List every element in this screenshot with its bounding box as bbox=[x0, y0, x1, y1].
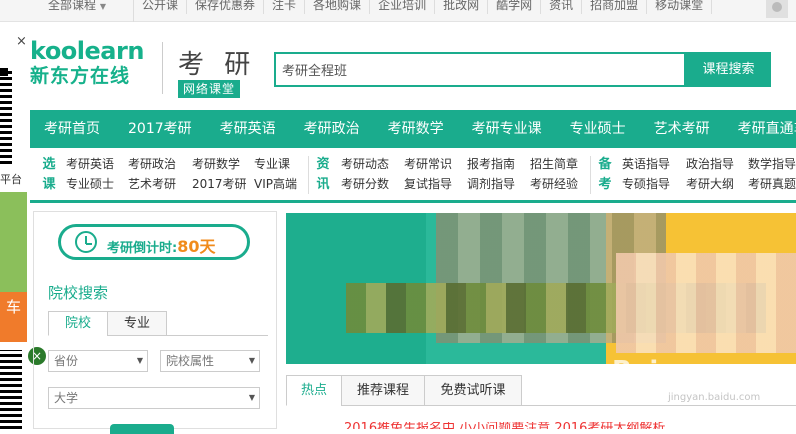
subnav-link[interactable]: 考研真题 bbox=[748, 174, 796, 194]
top-link-open-class[interactable]: 公开课 bbox=[134, 0, 188, 14]
subnav-divider bbox=[590, 156, 591, 194]
subnav-courses-links: 考研英语 考研政治 考研数学 专业课 专业硕士 艺术考研 2017考研 VIP高… bbox=[66, 154, 314, 194]
search-input[interactable] bbox=[276, 54, 684, 85]
school-search-button[interactable] bbox=[110, 424, 174, 434]
logo-chinese: 新东方在线 bbox=[30, 65, 131, 87]
ad-orange-text: 车 bbox=[5, 298, 21, 316]
search-box bbox=[274, 52, 686, 87]
top-link-coupon[interactable]: 保存优惠券 bbox=[187, 0, 265, 14]
subnav-link[interactable]: 考研动态 bbox=[341, 154, 404, 174]
subnav-tag-news: 资讯 bbox=[316, 157, 330, 192]
province-select[interactable]: 省份 bbox=[48, 350, 148, 372]
subnav-link[interactable]: 数学指导 bbox=[748, 154, 796, 174]
ad-green-strip[interactable] bbox=[0, 192, 27, 292]
watermark-url: jingyan.baidu.com bbox=[668, 392, 761, 403]
online-class-badge: 网络课堂 bbox=[178, 80, 240, 98]
school-search-title: 院校搜索 bbox=[48, 284, 109, 302]
nav-art[interactable]: 艺术考研 bbox=[640, 110, 710, 148]
top-links: 公开课 保存优惠券 注卡 各地购课 企业培训 批改网 酷学网 资讯 招商加盟 移… bbox=[134, 0, 713, 16]
top-link-mobile[interactable]: 移动课堂 bbox=[647, 0, 713, 14]
left-panel: 考研倒计时:80天 院校搜索 院校 专业 省份 院校属性 大学 bbox=[33, 211, 277, 434]
subnav-news-links: 考研动态 考研常识 报考指南 招生简章 考研分数 复试指导 调剂指导 考研经验 bbox=[341, 154, 590, 194]
subnav-link[interactable]: 考研英语 bbox=[66, 154, 128, 174]
subnav-link[interactable]: 英语指导 bbox=[622, 154, 686, 174]
nav-math[interactable]: 考研数学 bbox=[374, 110, 444, 148]
subnav-link[interactable]: 专硕指导 bbox=[622, 174, 686, 194]
avatar[interactable] bbox=[766, 0, 788, 18]
subnav-tag-prep: 备考 bbox=[598, 157, 612, 192]
watermark-jingyan: 经验 bbox=[690, 364, 735, 389]
top-link-pigai[interactable]: 批改网 bbox=[435, 0, 489, 14]
subnav-link[interactable]: 政治指导 bbox=[686, 154, 748, 174]
subnav-prep-links: 英语指导 政治指导 数学指导 专硕指导 考研大纲 考研真题 bbox=[622, 154, 796, 194]
logo-english: koolearn bbox=[30, 37, 144, 65]
school-attribute-select[interactable]: 院校属性 bbox=[160, 350, 260, 372]
nav-politics[interactable]: 考研政治 bbox=[290, 110, 360, 148]
subnav-link[interactable]: 艺术考研 bbox=[128, 174, 192, 194]
university-select[interactable]: 大学 bbox=[48, 387, 260, 409]
baidu-watermark: Bai 经验 jingyan.baidu.com bbox=[612, 356, 796, 412]
qr-code-image bbox=[0, 68, 12, 164]
nav-home[interactable]: 考研首页 bbox=[30, 110, 100, 148]
subnav-link[interactable]: 考研经验 bbox=[530, 174, 590, 194]
subnav-link[interactable]: 招生简章 bbox=[530, 154, 590, 174]
close-icon[interactable]: × bbox=[16, 34, 27, 49]
subnav-link[interactable]: 调剂指导 bbox=[467, 174, 530, 194]
top-link-kuxue[interactable]: 酷学网 bbox=[488, 0, 542, 14]
clock-icon bbox=[75, 231, 97, 253]
subnav-link[interactable]: 报考指南 bbox=[467, 154, 530, 174]
tab-recommended[interactable]: 推荐课程 bbox=[341, 375, 425, 406]
tab-hot[interactable]: 热点 bbox=[286, 375, 342, 406]
nav-major-course[interactable]: 考研专业课 bbox=[458, 110, 542, 148]
promo-banner[interactable] bbox=[286, 213, 796, 364]
top-bar: 全部课程 ▼ 公开课 保存优惠券 注卡 各地购课 企业培训 批改网 酷学网 资讯… bbox=[0, 0, 796, 22]
watermark-brand: Bai bbox=[612, 356, 659, 386]
subnav-tag-courses: 选课 bbox=[42, 157, 56, 192]
subnav-link[interactable]: 复试指导 bbox=[404, 174, 467, 194]
subnav-link[interactable]: 考研数学 bbox=[192, 154, 254, 174]
exam-countdown: 考研倒计时:80天 bbox=[58, 224, 250, 260]
section-title: 考 研 bbox=[178, 50, 257, 80]
all-courses-label: 全部课程 bbox=[48, 0, 97, 12]
subnav-link[interactable]: VIP高端 bbox=[254, 174, 314, 194]
top-link-card[interactable]: 注卡 bbox=[264, 0, 306, 14]
top-link-local-purchase[interactable]: 各地购课 bbox=[305, 0, 371, 14]
top-link-news[interactable]: 资讯 bbox=[541, 0, 583, 14]
countdown-days: 80天 bbox=[177, 237, 216, 256]
site-logo[interactable]: koolearn 新东方在线 考 研 网络课堂 bbox=[30, 37, 250, 98]
tab-major[interactable]: 专业 bbox=[107, 311, 167, 336]
qr-code-image-bottom bbox=[0, 350, 22, 429]
tab-school[interactable]: 院校 bbox=[48, 311, 108, 336]
logo-divider bbox=[162, 42, 163, 94]
course-search-button[interactable]: 课程搜索 bbox=[686, 52, 771, 87]
school-search-tabs: 院校 专业 bbox=[48, 311, 268, 336]
ad-orange-strip[interactable]: 车 bbox=[0, 292, 27, 342]
nav-2017[interactable]: 2017考研 bbox=[114, 110, 192, 148]
subnav-link[interactable]: 考研分数 bbox=[341, 174, 404, 194]
main-nav: 考研首页 2017考研 考研英语 考研政治 考研数学 考研专业课 专业硕士 艺术… bbox=[30, 110, 796, 148]
nav-english[interactable]: 考研英语 bbox=[206, 110, 276, 148]
nav-express[interactable]: 考研直通车 bbox=[724, 110, 796, 148]
subnav-link[interactable]: 专业硕士 bbox=[66, 174, 128, 194]
countdown-text: 考研倒计时:80天 bbox=[107, 237, 216, 256]
subnav-link[interactable]: 考研常识 bbox=[404, 154, 467, 174]
subnav-link[interactable]: 考研政治 bbox=[128, 154, 192, 174]
ad-platform-text: 平台 bbox=[0, 173, 22, 186]
section-divider bbox=[30, 200, 796, 203]
chevron-down-icon: ▼ bbox=[99, 2, 106, 11]
subnav-link[interactable]: 考研大纲 bbox=[686, 174, 748, 194]
top-link-franchise[interactable]: 招商加盟 bbox=[582, 0, 648, 14]
tab-free-trial[interactable]: 免费试听课 bbox=[424, 375, 522, 406]
subnav-link[interactable]: 专业课 bbox=[254, 154, 314, 174]
subnav-divider bbox=[308, 156, 309, 194]
headline-link[interactable]: 2016推免生报名中 小小问题要注意 2016考研大纲解析 bbox=[344, 422, 734, 429]
top-link-enterprise[interactable]: 企业培训 bbox=[370, 0, 436, 14]
banner-pixelated-image bbox=[616, 253, 796, 353]
all-courses-dropdown[interactable]: 全部课程 ▼ bbox=[34, 0, 134, 22]
nav-professional-master[interactable]: 专业硕士 bbox=[556, 110, 626, 148]
subnav-link[interactable]: 2017考研 bbox=[192, 174, 254, 194]
